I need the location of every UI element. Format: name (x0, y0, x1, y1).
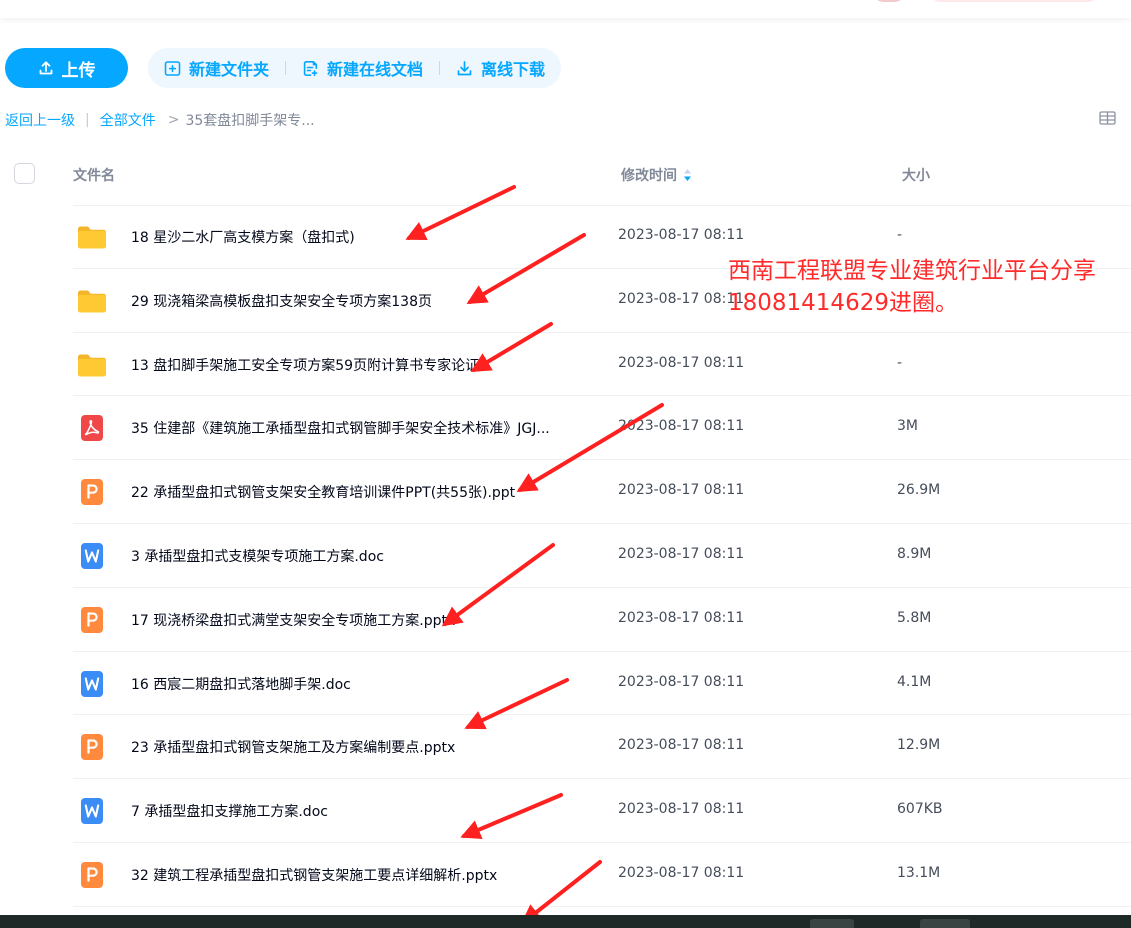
file-size: 3M (897, 418, 918, 435)
ppt-file-icon (76, 479, 108, 506)
file-modified-time: 2023-08-17 08:11 (618, 545, 745, 562)
word-file-icon (76, 670, 108, 697)
overlay-line-2: 18081414629进圈。 (728, 290, 958, 316)
file-size: 4.1M (897, 673, 932, 690)
file-row[interactable]: 17 现浇桥梁盘扣式满堂支架安全专项施工方案.pptx 2023-08-17 08… (0, 588, 1131, 652)
upload-button[interactable]: 上传 (5, 48, 128, 88)
file-size: 26.9M (897, 482, 941, 499)
ppt-file-icon (76, 861, 108, 888)
taskbar-app[interactable] (920, 919, 970, 928)
new-online-doc-button[interactable]: 新建在线文档 (302, 56, 423, 80)
back-link[interactable]: 返回上一级 (5, 110, 75, 130)
column-header-name[interactable]: 文件名 (73, 165, 115, 185)
download-icon (457, 60, 472, 75)
file-name-link[interactable]: 16 西宸二期盘扣式落地脚手架.doc (131, 674, 351, 694)
header-promo-fragment[interactable] (930, 0, 1098, 2)
file-row[interactable]: 7 承插型盘扣支撑施工方案.doc 2023-08-17 08:11 607KB (0, 779, 1131, 843)
file-size: - (897, 227, 903, 243)
file-row[interactable]: 23 承插型盘扣式钢管支架施工及方案编制要点.pptx 2023-08-17 08… (0, 715, 1131, 779)
file-name-link[interactable]: 18 星沙二水厂高支模方案（盘扣式) (131, 227, 355, 247)
file-row[interactable]: 16 西宸二期盘扣式落地脚手架.doc 2023-08-17 08:11 4.1M (0, 652, 1131, 716)
os-taskbar (0, 915, 1131, 928)
overlay-watermark: 西南工程联盟专业建筑行业平台分享 18081414629进圈。 (728, 255, 1096, 319)
file-modified-time: 2023-08-17 08:11 (618, 673, 745, 690)
file-size: 12.9M (897, 737, 941, 754)
action-group: 新建文件夹 新建在线文档 离线下载 (148, 48, 562, 88)
file-modified-time: 2023-08-17 08:11 (618, 864, 745, 881)
file-size: 607KB (897, 801, 943, 818)
file-modified-time: 2023-08-17 08:11 (618, 737, 745, 754)
file-name-link[interactable]: 3 承插型盘扣式支模架专项施工方案.doc (131, 546, 384, 566)
file-size: - (897, 354, 903, 371)
select-all-checkbox[interactable] (14, 163, 35, 184)
file-size: 8.9M (897, 545, 932, 562)
file-modified-time: 2023-08-17 08:11 (618, 801, 745, 818)
toolbar-divider (439, 61, 441, 75)
file-name-link[interactable]: 13 盘扣脚手架施工安全专项方案59页附计算书专家论证 (131, 355, 479, 375)
offline-download-button[interactable]: 离线下载 (456, 56, 545, 80)
new-folder-button[interactable]: 新建文件夹 (164, 56, 269, 80)
table-header: 文件名 修改时间 大小 (0, 155, 1131, 193)
folder-icon (76, 352, 108, 378)
file-modified-time: 2023-08-17 08:11 (618, 290, 745, 307)
column-header-modified-label: 修改时间 (621, 168, 677, 184)
file-size: 13.1M (897, 864, 941, 881)
word-file-icon (76, 798, 108, 825)
taskbar-app[interactable] (810, 919, 854, 928)
file-name-link[interactable]: 32 建筑工程承插型盘扣式钢管支架施工要点详细解析.pptx (131, 865, 497, 885)
sort-icon[interactable] (683, 168, 692, 182)
file-name-link[interactable]: 17 现浇桥梁盘扣式满堂支架安全专项施工方案.pptx (131, 610, 455, 630)
file-row[interactable]: 32 建筑工程承插型盘扣式钢管支架施工要点详细解析.pptx 2023-08-17… (0, 843, 1131, 907)
file-modified-time: 2023-08-17 08:11 (618, 418, 745, 435)
file-size: 5.8M (897, 609, 932, 626)
column-header-size[interactable]: 大小 (902, 165, 930, 185)
top-header (0, 0, 1131, 18)
file-modified-time: 2023-08-17 08:11 (618, 609, 745, 626)
new-online-doc-label: 新建在线文档 (327, 60, 424, 79)
new-folder-label: 新建文件夹 (189, 60, 270, 79)
breadcrumb-chevron-icon: > (167, 112, 180, 128)
file-modified-time: 2023-08-17 08:11 (618, 227, 745, 243)
breadcrumb: 返回上一级 | 全部文件 > 35套盘扣脚手架专... (5, 110, 315, 130)
file-row[interactable]: 35 住建部《建筑施工承插型盘扣式钢管脚手架安全技术标准》JGJ... 2023-… (0, 396, 1131, 460)
word-file-icon (76, 542, 108, 569)
toolbar-divider (285, 61, 287, 75)
ppt-file-icon (76, 606, 108, 633)
folder-icon (76, 224, 108, 250)
file-name-link[interactable]: 7 承插型盘扣支撑施工方案.doc (131, 801, 328, 821)
file-row[interactable]: 22 承插型盘扣式钢管支架安全教育培训课件PPT(共55张).ppt 2023-0… (0, 460, 1131, 524)
file-name-link[interactable]: 29 现浇箱梁高模板盘扣支架安全专项方案138页 (131, 291, 432, 311)
file-row[interactable]: 3 承插型盘扣式支模架专项施工方案.doc 2023-08-17 08:11 8.9… (0, 524, 1131, 588)
column-header-modified[interactable]: 修改时间 (621, 165, 692, 185)
file-modified-time: 2023-08-17 08:11 (618, 482, 745, 499)
offline-download-label: 离线下载 (481, 60, 546, 79)
new-doc-icon (303, 60, 318, 76)
file-modified-time: 2023-08-17 08:11 (618, 354, 745, 371)
upload-icon (39, 61, 52, 75)
breadcrumb-root-link[interactable]: 全部文件 (100, 110, 156, 130)
file-name-link[interactable]: 22 承插型盘扣式钢管支架安全教育培训课件PPT(共55张).ppt (131, 482, 515, 502)
grid-view-icon[interactable] (1099, 111, 1116, 125)
file-name-link[interactable]: 23 承插型盘扣式钢管支架施工及方案编制要点.pptx (131, 737, 455, 757)
new-folder-icon (164, 60, 181, 76)
file-name-link[interactable]: 35 住建部《建筑施工承插型盘扣式钢管脚手架安全技术标准》JGJ... (131, 418, 550, 438)
ppt-file-icon (76, 734, 108, 761)
overlay-line-1: 西南工程联盟专业建筑行业平台分享 (728, 258, 1096, 284)
breadcrumb-divider: | (85, 112, 90, 128)
action-toolbar: 上传 新建文件夹 新建在线文档 离线下载 (5, 48, 562, 88)
folder-icon (76, 288, 108, 314)
file-row[interactable]: 13 盘扣脚手架施工安全专项方案59页附计算书专家论证 2023-08-17 08… (0, 333, 1131, 397)
pdf-file-icon (76, 415, 108, 442)
header-avatar-fragment[interactable] (872, 0, 906, 2)
upload-label: 上传 (61, 60, 96, 81)
breadcrumb-current: 35套盘扣脚手架专... (185, 113, 315, 129)
